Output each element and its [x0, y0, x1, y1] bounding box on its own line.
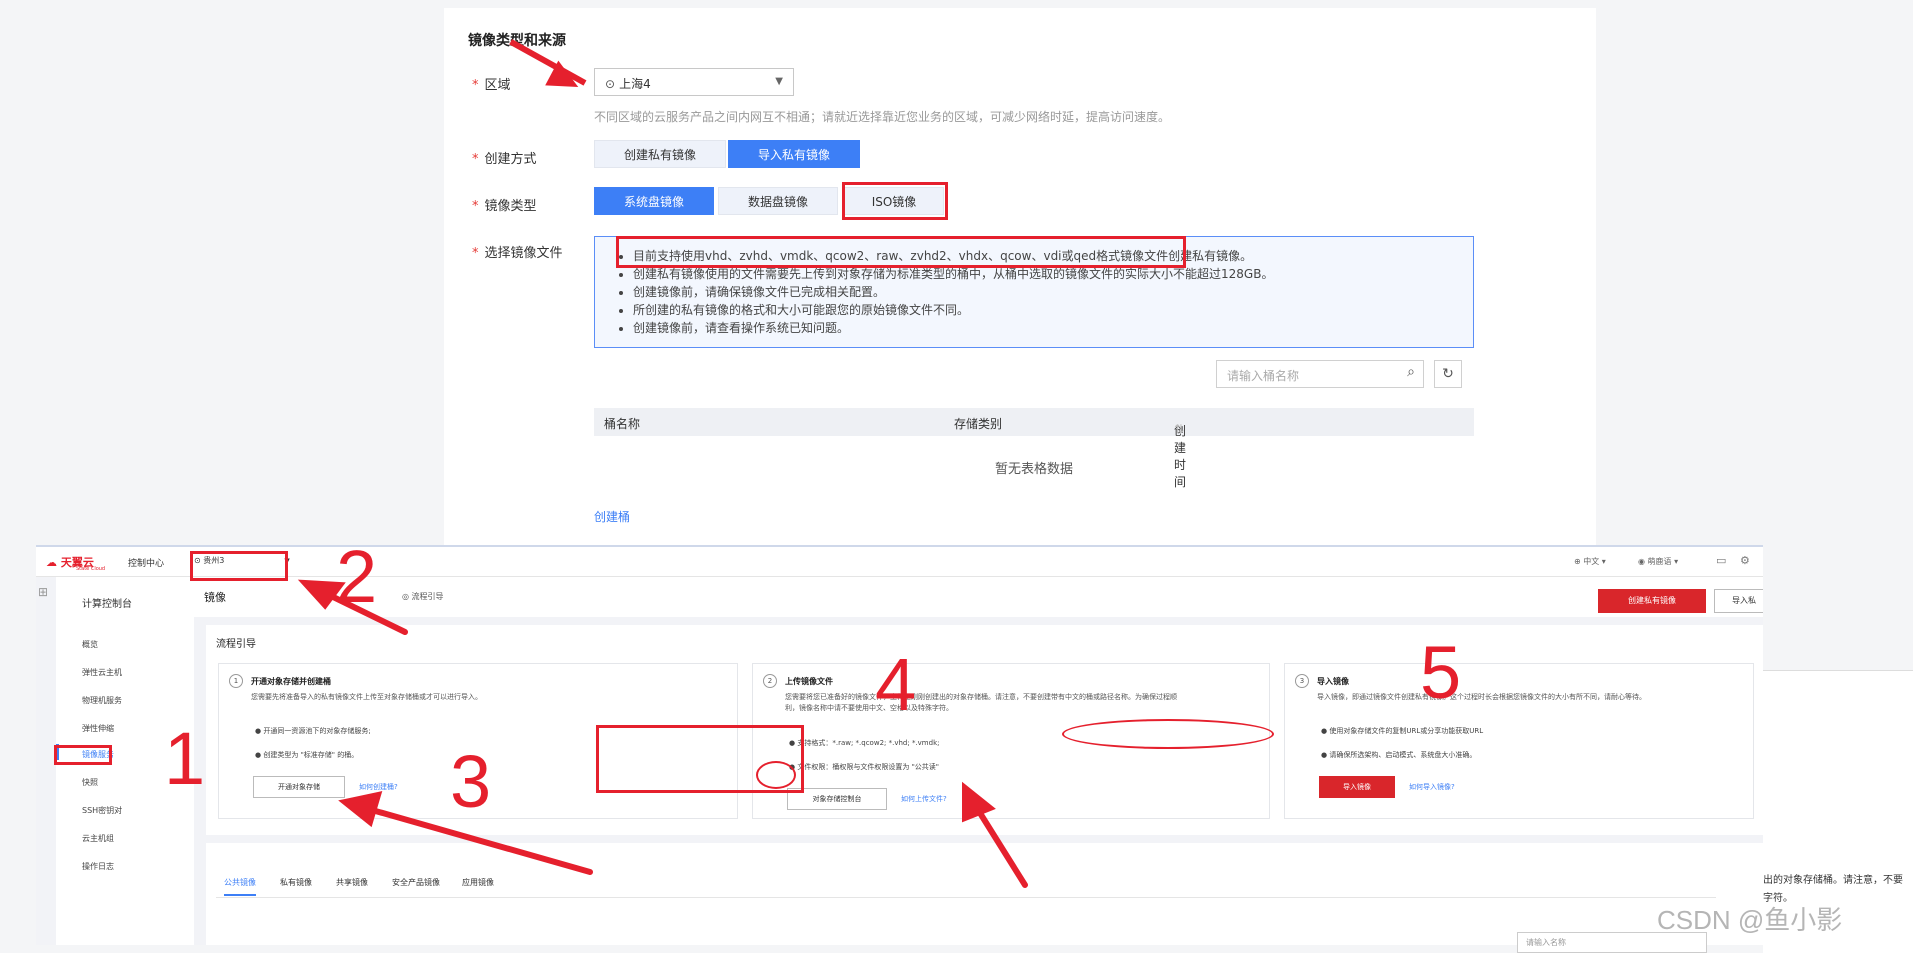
- arrow-head: [338, 791, 383, 828]
- arrow-to-perm: [972, 802, 1028, 888]
- arrows-overlay: [297, 579, 1028, 888]
- arrow-head: [297, 579, 346, 610]
- residue-text: 出的对象存储桶。请注意，不要: [1763, 875, 1903, 886]
- arrow-to-button: [362, 805, 593, 875]
- watermark: CSDN @鱼小影: [1657, 905, 1843, 935]
- arrow-head: [962, 781, 996, 823]
- arrow-to-region: [322, 590, 408, 635]
